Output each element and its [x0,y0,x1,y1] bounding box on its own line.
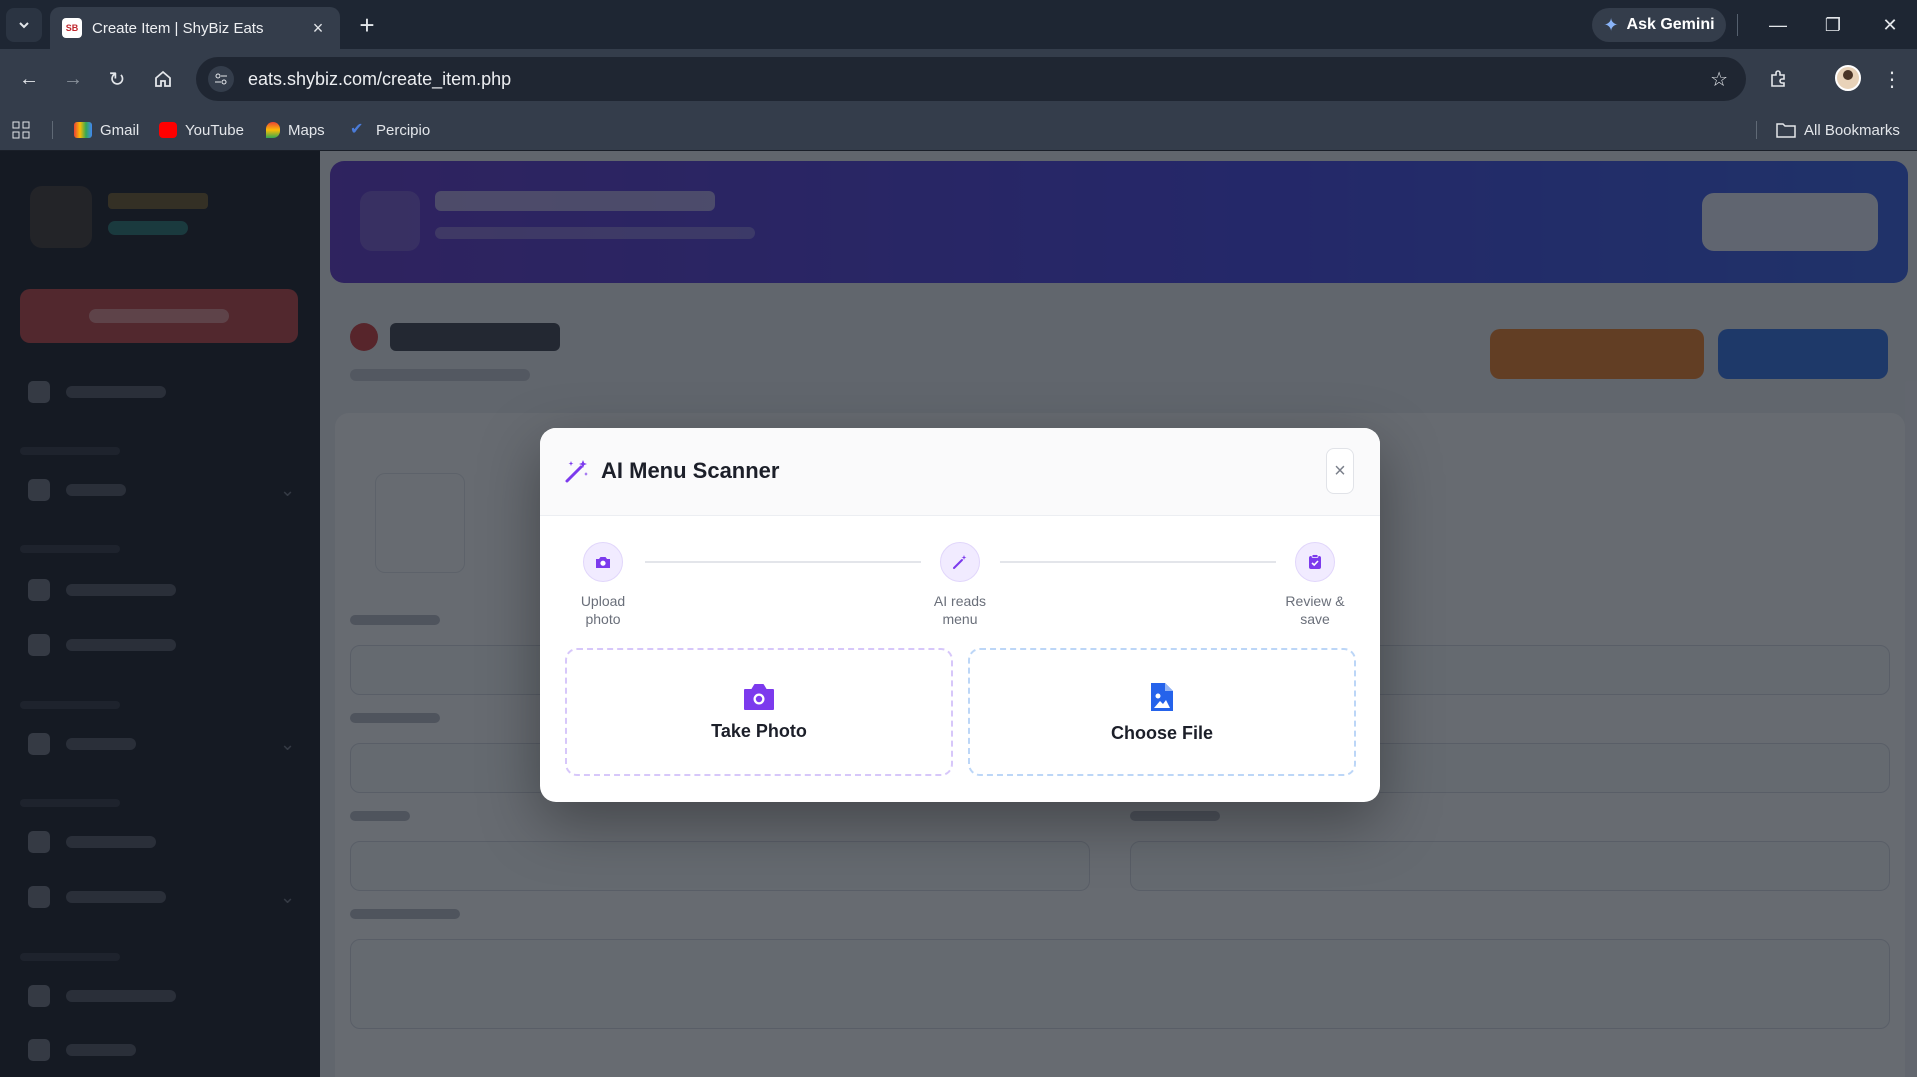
tab-search-button[interactable] [6,8,42,42]
bookmark-star-icon[interactable]: ☆ [1710,67,1728,92]
bookmark-youtube-label: YouTube [185,121,244,139]
step-connector [1000,561,1276,563]
site-info-icon[interactable] [208,66,234,92]
tabbar-divider [1737,14,1738,36]
bookmark-percipio[interactable]: ✔ Percipio [350,119,430,141]
choose-file-label: Choose File [1110,722,1213,743]
profile-avatar[interactable] [1835,65,1861,91]
choose-file-button[interactable]: Choose File [968,648,1356,776]
forward-arrow-icon[interactable]: → [57,63,89,95]
restore-icon[interactable]: ❐ [1813,10,1853,40]
reload-icon[interactable]: ↻ [101,63,133,95]
camera-icon [744,683,774,710]
modal-title: AI Menu Scanner [601,458,780,483]
minimize-icon[interactable]: — [1758,10,1798,40]
maps-pin-icon [266,122,280,138]
tab-title: Create Item | ShyBiz Eats [92,19,264,37]
url-text: eats.shybiz.com/create_item.php [248,68,512,89]
new-tab-button[interactable]: + [352,10,382,40]
close-icon: × [1334,459,1346,482]
take-photo-button[interactable]: Take Photo [565,648,953,776]
step-label: Review & save [1285,593,1345,627]
folder-icon [1776,123,1796,138]
address-bar[interactable]: eats.shybiz.com/create_item.php ☆ [196,57,1746,101]
step-review-save: Review & save [1265,542,1365,628]
file-image-icon [1151,682,1173,711]
youtube-icon [159,122,177,138]
all-bookmarks[interactable]: All Bookmarks [1776,119,1900,141]
step-camera-icon [583,542,623,582]
step-upload-photo: Upload photo [553,542,653,628]
modal-header: AI Menu Scanner × [540,428,1380,516]
home-icon[interactable] [147,63,179,95]
extensions-puzzle-icon[interactable] [1762,63,1794,95]
bookmark-gmail[interactable]: Gmail [74,119,139,141]
take-photo-label: Take Photo [711,720,807,741]
browser-toolbar: ← → ↻ eats.shybiz.com/create_item.php ☆ … [0,49,1917,109]
browser-tabbar: SB Create Item | ShyBiz Eats × + ✦ Ask G… [0,0,1917,49]
step-clipboard-check-icon [1295,542,1335,582]
browser-tab-active[interactable]: SB Create Item | ShyBiz Eats × [50,7,340,49]
bookmarks-divider-right [1756,121,1757,139]
ask-gemini-label: Ask Gemini [1626,16,1715,33]
step-ai-reads-menu: AI reads menu [910,542,1010,628]
bookmark-maps[interactable]: Maps [266,119,325,141]
magic-wand-icon [565,460,588,483]
gmail-icon [74,122,92,138]
tab-close-icon[interactable]: × [308,18,328,39]
bookmark-percipio-label: Percipio [376,121,431,139]
apps-grid-icon[interactable] [12,119,30,141]
chevron-down-icon [19,22,29,29]
bookmarks-bar: Gmail YouTube Maps ✔ Percipio All Bookma… [0,109,1917,151]
step-label: AI reads menu [933,593,987,627]
modal-close-button[interactable]: × [1326,448,1354,494]
percipio-check-icon: ✔ [350,121,364,138]
step-label: Upload photo [580,593,626,627]
browser-menu-icon[interactable]: ⋮ [1880,63,1904,95]
bookmark-maps-label: Maps [288,121,325,139]
bookmark-youtube[interactable]: YouTube [159,119,244,141]
ask-gemini-button[interactable]: ✦ Ask Gemini [1592,8,1726,42]
window-close-icon[interactable]: ✕ [1870,10,1910,40]
bookmark-gmail-label: Gmail [100,121,140,139]
back-arrow-icon[interactable]: ← [13,63,45,95]
step-connector [645,561,921,563]
step-magic-wand-icon [940,542,980,582]
site-favicon-icon: SB [62,18,82,38]
all-bookmarks-label: All Bookmarks [1804,121,1900,139]
bookmarks-divider [52,121,53,139]
ai-menu-scanner-modal: AI Menu Scanner × Upload photo AI reads me… [540,428,1380,802]
gemini-sparkle-icon: ✦ [1603,14,1619,35]
